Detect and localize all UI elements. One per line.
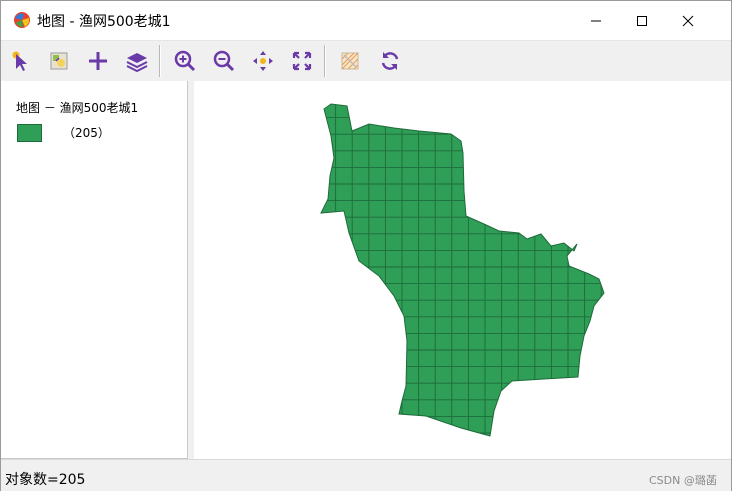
status-text: 对象数=205 xyxy=(5,472,86,488)
layers-tool-button[interactable] xyxy=(123,47,151,75)
pan-icon xyxy=(253,51,273,71)
legend-title: 地图 － 渔网500老城1 xyxy=(16,101,139,115)
title-bar: 地图 - 渔网500老城1 xyxy=(1,1,731,41)
identify-tool-button[interactable] xyxy=(45,47,73,75)
plus-icon xyxy=(89,52,107,70)
status-bar: 对象数=205 CSDN @璐菡 xyxy=(1,459,731,491)
legend-swatch[interactable] xyxy=(17,124,42,142)
minimize-button[interactable] xyxy=(573,1,619,40)
close-icon xyxy=(682,15,694,26)
close-button[interactable] xyxy=(665,1,711,40)
maximize-button[interactable] xyxy=(619,1,665,40)
watermark: CSDN @璐菡 xyxy=(649,474,717,487)
refresh-icon xyxy=(381,52,399,70)
toolbar xyxy=(1,41,731,81)
identify-icon xyxy=(50,52,68,70)
zoom-out-icon xyxy=(213,50,235,72)
city-district-polygon[interactable] xyxy=(320,103,605,437)
pointer-arrow-icon xyxy=(12,51,27,71)
map-svg xyxy=(320,103,605,437)
clear-selection-icon xyxy=(341,52,359,70)
map-window: 地图 - 渔网500老城1 地图 － 渔网500老城1 （205） 对象数=20… xyxy=(0,0,732,491)
select-tool-button[interactable] xyxy=(7,47,35,75)
pan-tool-button[interactable] xyxy=(249,47,277,75)
full-extent-icon xyxy=(292,51,312,71)
map-globe-icon xyxy=(11,10,33,30)
refresh-tool-button[interactable] xyxy=(376,47,404,75)
layers-icon xyxy=(126,53,148,73)
minimize-icon xyxy=(591,20,601,21)
full-extent-tool-button[interactable] xyxy=(288,47,316,75)
map-canvas[interactable] xyxy=(194,81,731,459)
zoom-in-tool-button[interactable] xyxy=(171,47,199,75)
zoom-in-icon xyxy=(174,50,196,72)
maximize-icon xyxy=(637,15,647,26)
clear-selection-tool-button[interactable] xyxy=(336,47,364,75)
toolbar-separator xyxy=(324,45,326,77)
zoom-out-tool-button[interactable] xyxy=(210,47,238,75)
window-title: 地图 - 渔网500老城1 xyxy=(37,14,171,30)
legend-item-label: （205） xyxy=(63,126,110,140)
legend-panel: 地图 － 渔网500老城1 （205） xyxy=(1,81,188,459)
toolbar-separator xyxy=(159,45,161,77)
add-tool-button[interactable] xyxy=(84,47,112,75)
